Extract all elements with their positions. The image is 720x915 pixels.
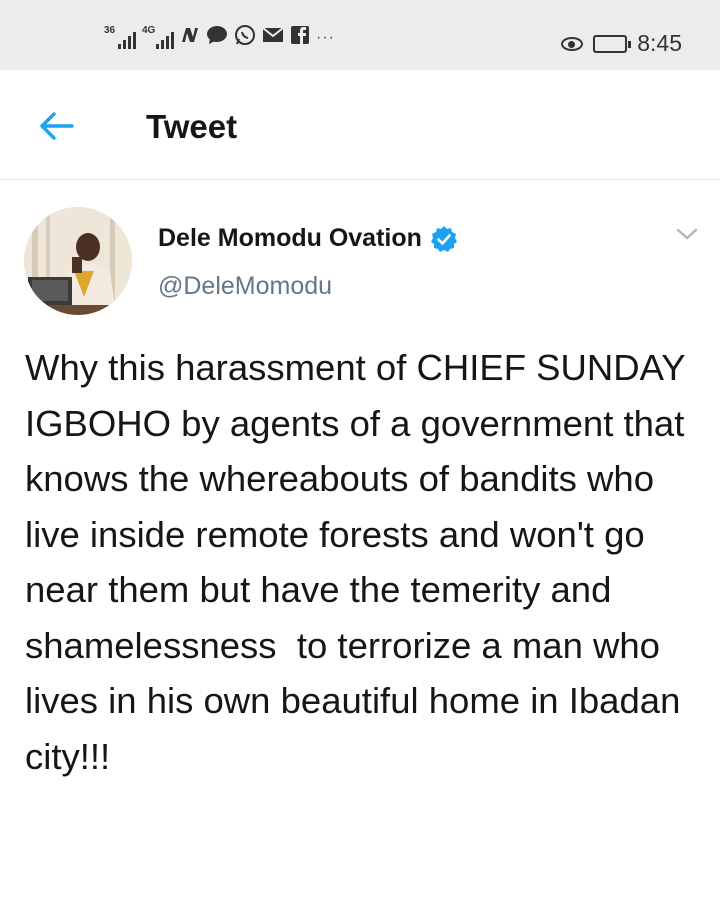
facebook-icon — [290, 25, 310, 50]
verified-badge-icon — [430, 225, 457, 252]
author-name[interactable]: Dele Momodu Ovation — [158, 224, 458, 253]
avatar[interactable] — [24, 207, 132, 315]
author-name-text: Dele Momodu Ovation — [158, 224, 422, 252]
status-left-icons: 36 4G ··· — [104, 24, 335, 51]
tweet-options-button[interactable] — [676, 226, 698, 242]
avatar-photo — [24, 207, 132, 315]
more-notifications-icon: ··· — [316, 28, 335, 46]
clock-time: 8:45 — [637, 30, 682, 56]
status-bar: 36 4G ··· 8:45 — [0, 0, 720, 70]
sim1-network-label: 36 — [104, 24, 116, 36]
sim2-network-label: 4G — [142, 24, 156, 36]
app-header: Tweet — [0, 70, 720, 180]
n-icon — [180, 26, 200, 49]
battery-icon — [593, 34, 632, 53]
chat-bubble-icon — [206, 25, 228, 50]
mail-icon — [262, 26, 284, 49]
arrow-left-icon — [40, 112, 74, 140]
status-right-icons: 8:45 — [561, 30, 682, 57]
page-title: Tweet — [146, 108, 238, 145]
eye-comfort-icon — [561, 36, 584, 51]
signal-sim2-icon: 4G — [142, 24, 174, 49]
tweet-text: Why this harassment of CHIEF SUNDAY IGBO… — [25, 347, 696, 777]
whatsapp-icon — [234, 24, 256, 51]
author-handle[interactable]: @DeleMomodu — [158, 272, 332, 301]
chevron-down-icon — [676, 228, 698, 240]
signal-sim1-icon: 36 — [104, 24, 136, 49]
back-button[interactable] — [38, 110, 74, 142]
